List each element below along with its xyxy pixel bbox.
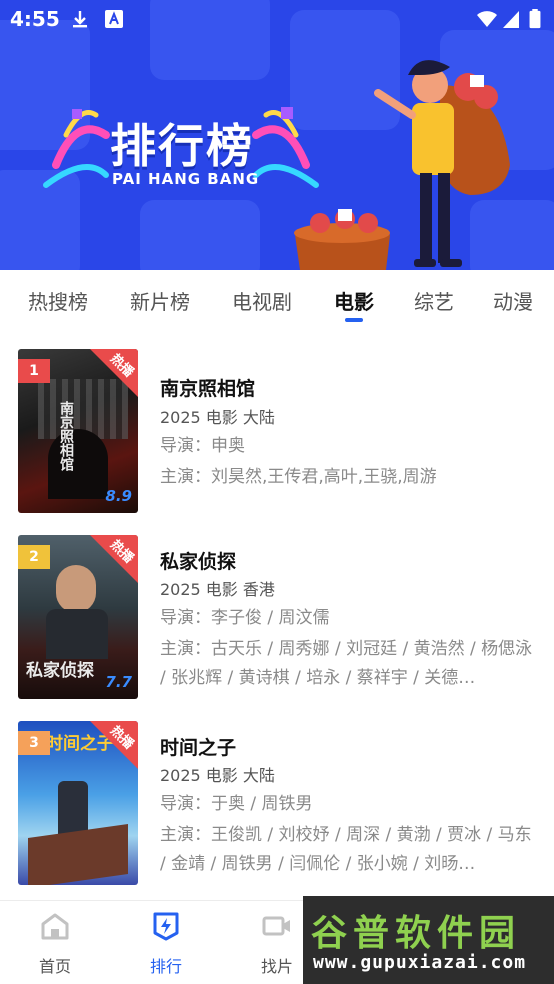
nav-ranking-label: 排行 [149, 957, 182, 976]
movie-meta: 2025 电影 大陆 [160, 766, 275, 785]
poster-image[interactable]: 南京照相馆 8.9 1 热播 [18, 349, 138, 513]
director: 导演：于奥 / 周铁男 [160, 794, 313, 814]
movie-meta: 2025 电影 香港 [160, 580, 275, 599]
download-icon [73, 11, 87, 28]
poster-caption: 南京照相馆 [58, 401, 74, 471]
cast: 主演：古天乐 / 周秀娜 / 刘冠廷 / 黄浩然 / 杨偲泳 / 张兆辉 / 黄… [160, 639, 533, 688]
ranking-icon [153, 912, 179, 941]
watermark-text: 谷普软件园 [311, 913, 522, 954]
category-tabs: 热搜榜 新片榜 电视剧 电影 综艺 动漫 [0, 270, 554, 332]
status-bar: 4:55 [0, 0, 554, 40]
movie-title[interactable]: 南京照相馆 [160, 374, 255, 401]
character-illustration-icon [294, 60, 510, 270]
nav-home-label: 首页 [38, 957, 71, 976]
rank-badge: 3 [18, 731, 50, 755]
banner: 4:55 排行榜 PAI HANG BANG [0, 0, 554, 270]
battery-icon [529, 9, 541, 29]
rank-badge: 1 [18, 359, 50, 383]
tab-hot-search[interactable]: 热搜榜 [28, 286, 88, 315]
movie-meta: 2025 电影 大陆 [160, 408, 275, 427]
active-tab-indicator [345, 318, 363, 322]
tab-new-releases[interactable]: 新片榜 [130, 286, 190, 315]
tab-movies[interactable]: 电影 [334, 286, 374, 315]
watermark-logo: 谷普软件园 www.gupuxiazai.com [303, 896, 554, 984]
cast: 主演：刘昊然,王传君,高叶,王骁,周游 [160, 467, 437, 487]
list-item[interactable]: 时间之子 3 热播 时间之子 2025 电影 大陆 导演：于奥 / 周铁男 主演… [0, 720, 554, 890]
poster-image[interactable]: 私家侦探 7.7 2 热播 [18, 535, 138, 699]
movie-title[interactable]: 时间之子 [160, 733, 236, 760]
font-icon [105, 10, 123, 28]
rank-badge: 2 [18, 545, 50, 569]
tab-variety[interactable]: 综艺 [414, 286, 454, 315]
list-item[interactable]: 私家侦探 7.7 2 热播 私家侦探 2025 电影 香港 导演：李子俊 / 周… [0, 534, 554, 704]
nav-ranking[interactable]: 排行 [121, 901, 211, 984]
poster-caption: 私家侦探 [26, 661, 94, 681]
status-time: 4:55 [10, 7, 60, 31]
poster-image[interactable]: 时间之子 3 热播 [18, 721, 138, 885]
watermark-url: www.gupuxiazai.com [313, 952, 527, 973]
poster-score: 8.9 [105, 487, 132, 505]
nav-home[interactable]: 首页 [10, 901, 100, 984]
video-icon [262, 916, 290, 936]
poster-score: 7.7 [105, 673, 132, 691]
tab-anime[interactable]: 动漫 [493, 286, 533, 315]
banner-title: 排行榜 [110, 119, 254, 173]
home-icon [41, 913, 69, 940]
tab-tv-series[interactable]: 电视剧 [232, 286, 292, 315]
list-item[interactable]: 南京照相馆 8.9 1 热播 南京照相馆 2025 电影 大陆 导演：申奥 主演… [0, 348, 554, 518]
cast: 主演：王俊凯 / 刘校妤 / 周深 / 黄渤 / 贾冰 / 马东 / 金靖 / … [160, 825, 532, 874]
wifi-icon [477, 11, 497, 27]
signal-icon [503, 11, 519, 28]
movie-title[interactable]: 私家侦探 [160, 547, 236, 574]
director: 导演：申奥 [160, 436, 245, 456]
director: 导演：李子俊 / 周汶儒 [160, 608, 330, 628]
banner-subtitle: PAI HANG BANG [112, 170, 260, 188]
